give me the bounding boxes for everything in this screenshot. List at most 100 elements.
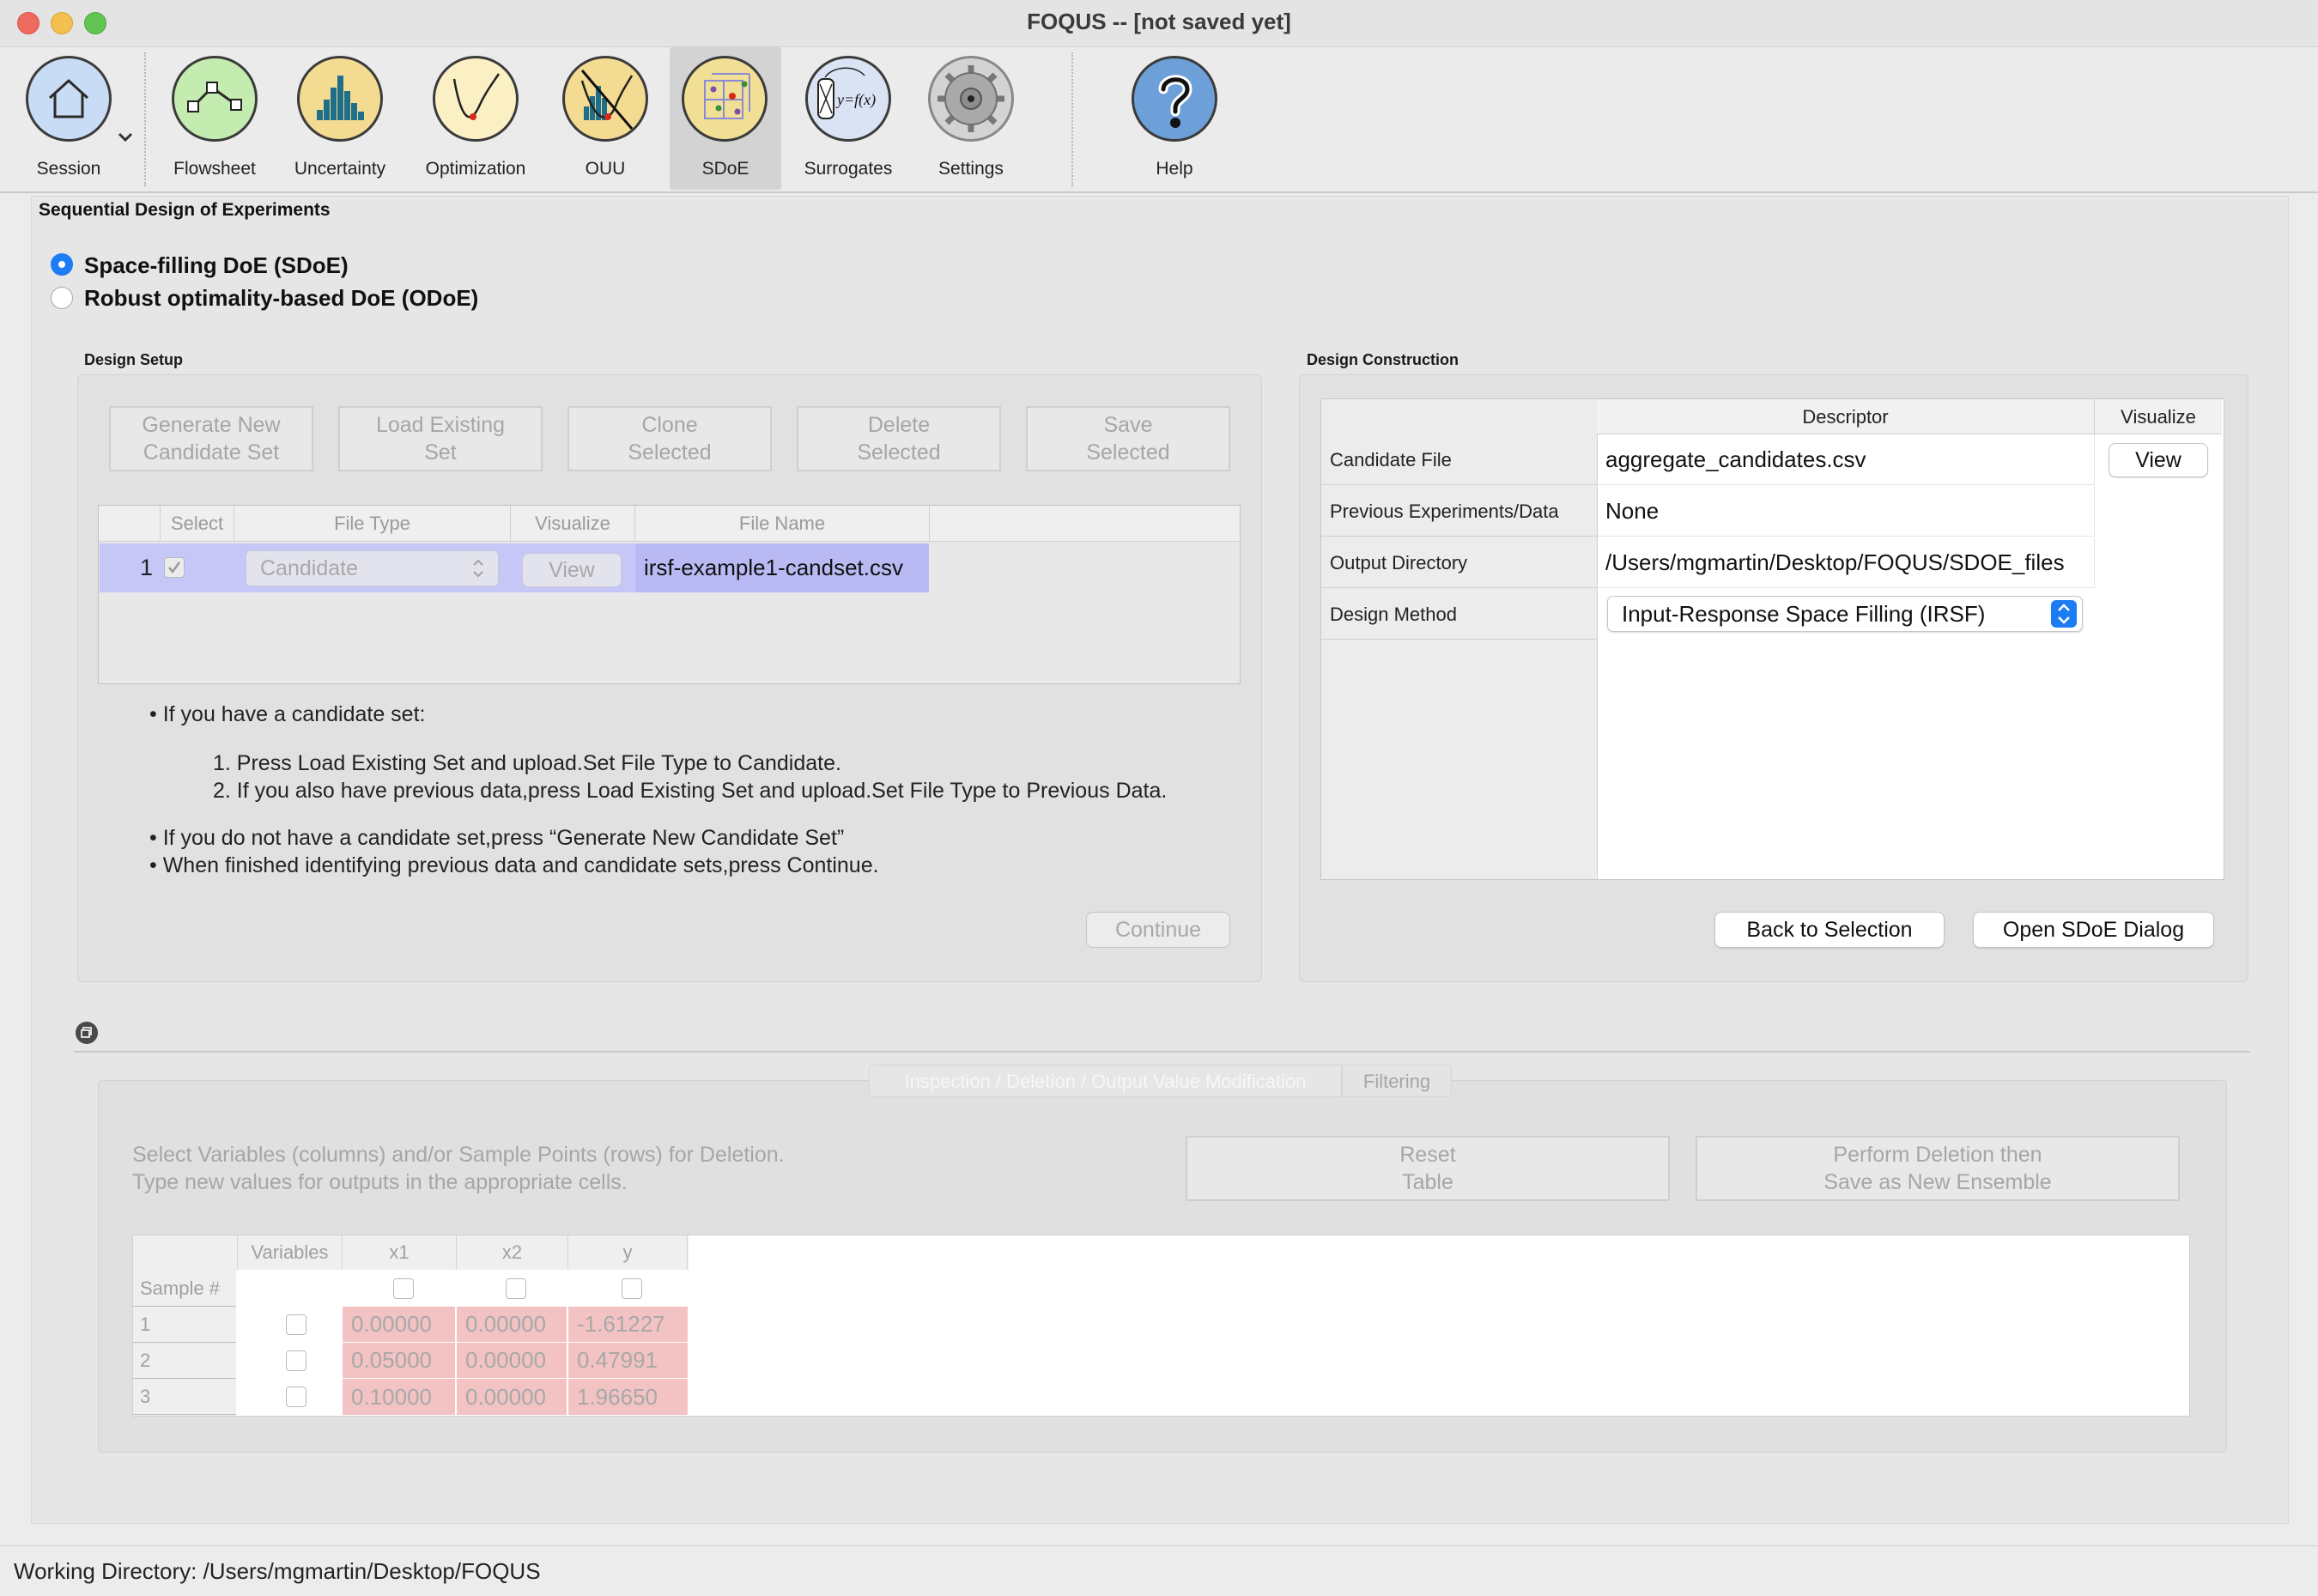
- button-line: Perform Deletion then: [1833, 1143, 2042, 1167]
- cell-x1[interactable]: 0.10000: [343, 1379, 456, 1415]
- button-line: Selected: [628, 440, 712, 464]
- title-bar: FOQUS -- [not saved yet]: [0, 0, 2318, 47]
- column-y-checkbox[interactable]: [622, 1278, 642, 1299]
- generate-candidate-set-button[interactable]: Generate New Candidate Set: [109, 406, 313, 471]
- chevron-updown-icon: [2051, 600, 2077, 628]
- cell-y[interactable]: -1.61227: [568, 1307, 688, 1342]
- column-x2-checkbox[interactable]: [506, 1278, 526, 1299]
- toolbar-sdoe[interactable]: SDoE: [670, 47, 781, 190]
- sample-row-number: 3: [133, 1379, 236, 1415]
- design-method-select[interactable]: Input-Response Space Filling (IRSF): [1607, 596, 2083, 632]
- output-directory-value[interactable]: /Users/mgmartin/Desktop/FOQUS/SDOE_files: [1597, 537, 2095, 588]
- main-toolbar: Session Flowsheet Uncertainty Optimizati…: [0, 47, 2318, 193]
- candidate-file-view-button[interactable]: View: [2109, 443, 2208, 477]
- status-bar: Working Directory: /Users/mgmartin/Deskt…: [0, 1545, 2318, 1596]
- instruction-step-1: 1. Press Load Existing Set and upload.Se…: [213, 751, 841, 775]
- sdoe-radio[interactable]: [51, 253, 73, 276]
- row-label-previous-data: Previous Experiments/Data: [1321, 486, 1597, 537]
- cell-x2[interactable]: 0.00000: [457, 1343, 567, 1378]
- file-type-select[interactable]: Candidate: [246, 550, 499, 586]
- cell-y[interactable]: 0.47991: [568, 1343, 688, 1378]
- continue-button[interactable]: Continue: [1086, 912, 1230, 948]
- toolbar-flowsheet[interactable]: Flowsheet: [155, 47, 275, 190]
- cell-x2[interactable]: 0.00000: [457, 1307, 567, 1342]
- toolbar-help[interactable]: Help: [1114, 47, 1235, 190]
- toolbar-uncertainty[interactable]: Uncertainty: [280, 47, 400, 190]
- reset-table-button[interactable]: Reset Table: [1186, 1136, 1670, 1201]
- button-line: Table: [1402, 1170, 1453, 1194]
- button-line: Selected: [1086, 440, 1170, 464]
- sample-row-number: 1: [133, 1307, 236, 1343]
- row-select-checkbox[interactable]: [164, 557, 185, 578]
- window-title: FOQUS -- [not saved yet]: [1027, 9, 1291, 34]
- back-to-selection-button[interactable]: Back to Selection: [1714, 912, 1945, 948]
- file-type-value: Candidate: [260, 556, 358, 580]
- column-header-visualize: Visualize: [510, 506, 634, 542]
- home-icon: [26, 56, 112, 142]
- design-construction-title: Design Construction: [1307, 351, 1459, 368]
- row-1-checkbox[interactable]: [286, 1314, 306, 1335]
- odoe-radio-label[interactable]: Robust optimality-based DoE (ODoE): [84, 285, 478, 312]
- save-selected-button[interactable]: Save Selected: [1026, 406, 1230, 471]
- cell-x1[interactable]: 0.00000: [343, 1307, 456, 1342]
- tab-filtering[interactable]: Filtering: [1342, 1065, 1452, 1097]
- open-sdoe-dialog-button[interactable]: Open SDoE Dialog: [1973, 912, 2214, 948]
- sample-row-number: 2: [133, 1343, 236, 1379]
- column-header-y: y: [567, 1235, 688, 1270]
- sdoe-grid-icon: [682, 56, 768, 142]
- optimization-curve-icon: [433, 56, 519, 142]
- load-existing-set-button[interactable]: Load Existing Set: [338, 406, 543, 471]
- toolbar-ouu[interactable]: OUU: [545, 47, 665, 190]
- button-line: Set: [424, 440, 457, 464]
- button-line: Save as New Ensemble: [1823, 1170, 2052, 1194]
- sdoe-radio-label[interactable]: Space-filling DoE (SDoE): [84, 252, 349, 279]
- button-line: Load Existing: [375, 413, 506, 437]
- surrogate-function-icon: y=f(x): [805, 56, 891, 142]
- toolbar-settings[interactable]: Settings: [911, 47, 1031, 190]
- design-setup-title: Design Setup: [84, 351, 184, 368]
- cell-x1[interactable]: 0.05000: [343, 1343, 456, 1378]
- sample-number-header: Sample #: [133, 1271, 236, 1307]
- button-line: Clone: [641, 413, 698, 437]
- tab-inspection[interactable]: Inspection / Deletion / Output Value Mod…: [869, 1065, 1342, 1097]
- cell-x2[interactable]: 0.00000: [457, 1379, 567, 1415]
- chevron-updown-icon: [473, 559, 483, 578]
- instruction-step-2: 2. If you also have previous data,press …: [213, 779, 1168, 803]
- chevron-down-icon[interactable]: [117, 131, 134, 143]
- toolbar-optimization[interactable]: Optimization: [416, 47, 536, 190]
- file-name-cell[interactable]: irsf-example1-candset.csv: [635, 543, 929, 592]
- button-line: Selected: [857, 440, 941, 464]
- perform-deletion-button[interactable]: Perform Deletion then Save as New Ensembl…: [1696, 1136, 2180, 1201]
- help-question-icon: [1132, 56, 1217, 142]
- previous-data-value[interactable]: None: [1597, 486, 2095, 537]
- row-3-checkbox[interactable]: [286, 1387, 306, 1407]
- splitter-line[interactable]: [74, 1051, 2250, 1053]
- cell-y[interactable]: 1.96650: [568, 1379, 688, 1415]
- instruction-text: If you have a candidate set:: [162, 702, 426, 726]
- clone-selected-button[interactable]: Clone Selected: [567, 406, 772, 471]
- delete-selected-button[interactable]: Delete Selected: [797, 406, 1001, 471]
- toolbar-label: Session: [36, 159, 101, 179]
- column-header-visualize: Visualize: [2095, 399, 2222, 434]
- row-label-output-directory: Output Directory: [1321, 537, 1597, 588]
- toolbar-separator: [1071, 52, 1073, 186]
- visualize-view-button[interactable]: View: [522, 553, 622, 587]
- instruction-bullet: • When finished identifying previous dat…: [149, 853, 879, 877]
- restore-panel-icon[interactable]: [76, 1022, 98, 1044]
- column-x1-checkbox[interactable]: [393, 1278, 414, 1299]
- odoe-radio[interactable]: [51, 287, 73, 309]
- row-2-checkbox[interactable]: [286, 1350, 306, 1371]
- svg-text:y=f(x): y=f(x): [835, 91, 876, 109]
- column-header-file-type: File Type: [234, 506, 510, 542]
- button-line: Save: [1103, 413, 1153, 437]
- toolbar-surrogates[interactable]: y=f(x) Surrogates: [788, 47, 908, 190]
- design-method-value: Input-Response Space Filling (IRSF): [1622, 601, 1986, 627]
- column-header-x2: x2: [456, 1235, 567, 1270]
- instruction-bullet: • If you do not have a candidate set,pre…: [149, 826, 845, 850]
- toolbar-label: Settings: [938, 159, 1004, 179]
- toolbar-session[interactable]: Session: [9, 47, 133, 190]
- histogram-icon: [297, 56, 383, 142]
- candidate-file-value[interactable]: aggregate_candidates.csv: [1597, 434, 2095, 485]
- column-header-file-name: File Name: [634, 506, 930, 542]
- working-directory-text: Working Directory: /Users/mgmartin/Deskt…: [14, 1558, 541, 1584]
